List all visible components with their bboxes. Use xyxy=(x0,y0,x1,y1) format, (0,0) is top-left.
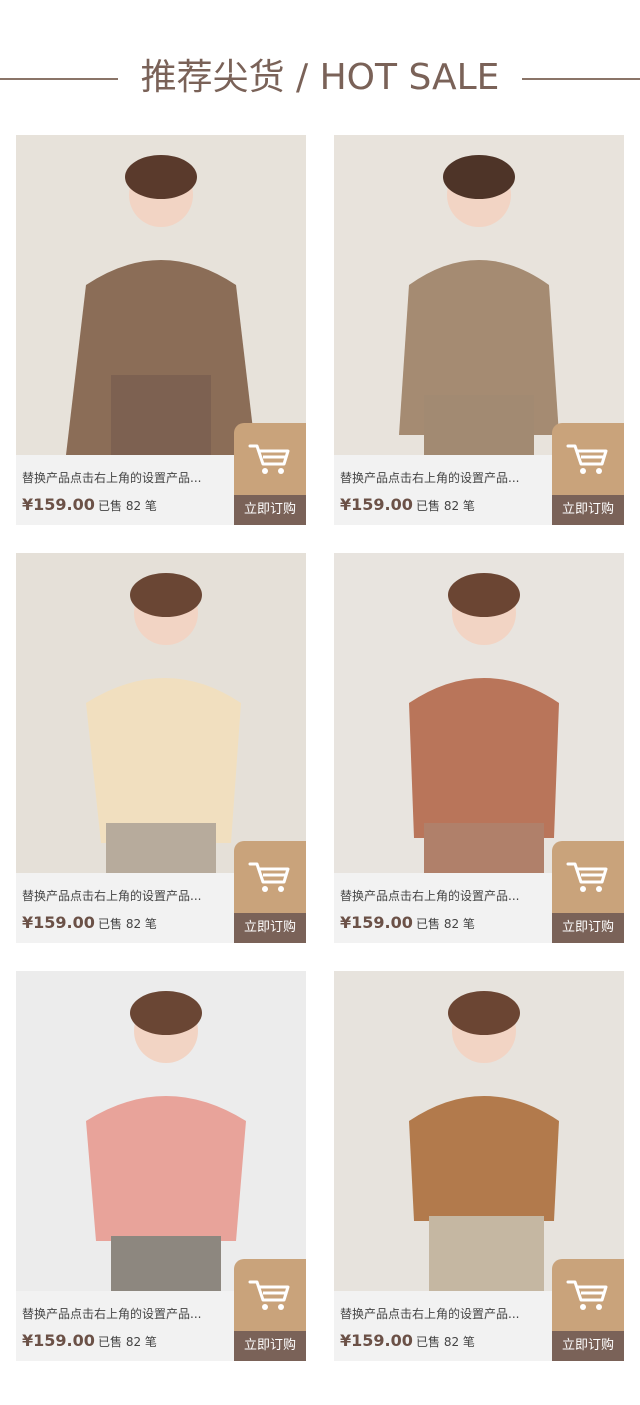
product-card[interactable]: 替换产品点击右上角的设置产品... ¥159.00 已售 82 笔 立即订购 xyxy=(16,553,306,943)
product-card[interactable]: 替换产品点击右上角的设置产品... ¥159.00 已售 82 笔 立即订购 xyxy=(334,553,624,943)
product-name[interactable]: 替换产品点击右上角的设置产品... xyxy=(340,1305,540,1322)
product-name[interactable]: 替换产品点击右上角的设置产品... xyxy=(340,469,540,486)
product-photo[interactable] xyxy=(334,971,624,1291)
product-price: ¥159.00 xyxy=(22,495,95,514)
cart-icon xyxy=(248,1280,290,1310)
cart-icon xyxy=(566,1280,608,1310)
product-photo[interactable] xyxy=(334,553,624,873)
product-sold-count: 已售 82 笔 xyxy=(98,499,157,513)
add-to-cart-button[interactable] xyxy=(234,841,306,913)
product-name[interactable]: 替换产品点击右上角的设置产品... xyxy=(22,469,222,486)
product-grid: 替换产品点击右上角的设置产品... ¥159.00 已售 82 笔 立即订购 替… xyxy=(0,0,640,1405)
product-name[interactable]: 替换产品点击右上角的设置产品... xyxy=(340,887,540,904)
add-to-cart-button[interactable] xyxy=(234,423,306,495)
product-price: ¥159.00 xyxy=(340,1331,413,1350)
product-card[interactable]: 替换产品点击右上角的设置产品... ¥159.00 已售 82 笔 立即订购 xyxy=(16,971,306,1361)
cart-icon xyxy=(248,862,290,892)
product-sold-count: 已售 82 笔 xyxy=(416,499,475,513)
product-name[interactable]: 替换产品点击右上角的设置产品... xyxy=(22,1305,222,1322)
product-sold-count: 已售 82 笔 xyxy=(416,917,475,931)
buy-now-button[interactable]: 立即订购 xyxy=(234,1331,306,1361)
add-to-cart-button[interactable] xyxy=(552,423,624,495)
product-card[interactable]: 替换产品点击右上角的设置产品... ¥159.00 已售 82 笔 立即订购 xyxy=(334,135,624,525)
product-card[interactable]: 替换产品点击右上角的设置产品... ¥159.00 已售 82 笔 立即订购 xyxy=(16,135,306,525)
product-price: ¥159.00 xyxy=(340,913,413,932)
buy-now-button[interactable]: 立即订购 xyxy=(552,495,624,525)
buy-now-button[interactable]: 立即订购 xyxy=(552,913,624,943)
product-photo[interactable] xyxy=(16,135,306,455)
cart-icon xyxy=(566,444,608,474)
add-to-cart-button[interactable] xyxy=(552,841,624,913)
buy-now-button[interactable]: 立即订购 xyxy=(552,1331,624,1361)
product-photo[interactable] xyxy=(16,971,306,1291)
product-photo[interactable] xyxy=(16,553,306,873)
cart-icon xyxy=(248,444,290,474)
product-sold-count: 已售 82 笔 xyxy=(416,1335,475,1349)
product-card[interactable]: 替换产品点击右上角的设置产品... ¥159.00 已售 82 笔 立即订购 xyxy=(334,971,624,1361)
buy-now-button[interactable]: 立即订购 xyxy=(234,913,306,943)
product-price: ¥159.00 xyxy=(22,1331,95,1350)
product-photo[interactable] xyxy=(334,135,624,455)
product-name[interactable]: 替换产品点击右上角的设置产品... xyxy=(22,887,222,904)
product-sold-count: 已售 82 笔 xyxy=(98,917,157,931)
product-sold-count: 已售 82 笔 xyxy=(98,1335,157,1349)
add-to-cart-button[interactable] xyxy=(234,1259,306,1331)
add-to-cart-button[interactable] xyxy=(552,1259,624,1331)
product-price: ¥159.00 xyxy=(22,913,95,932)
buy-now-button[interactable]: 立即订购 xyxy=(234,495,306,525)
product-price: ¥159.00 xyxy=(340,495,413,514)
cart-icon xyxy=(566,862,608,892)
